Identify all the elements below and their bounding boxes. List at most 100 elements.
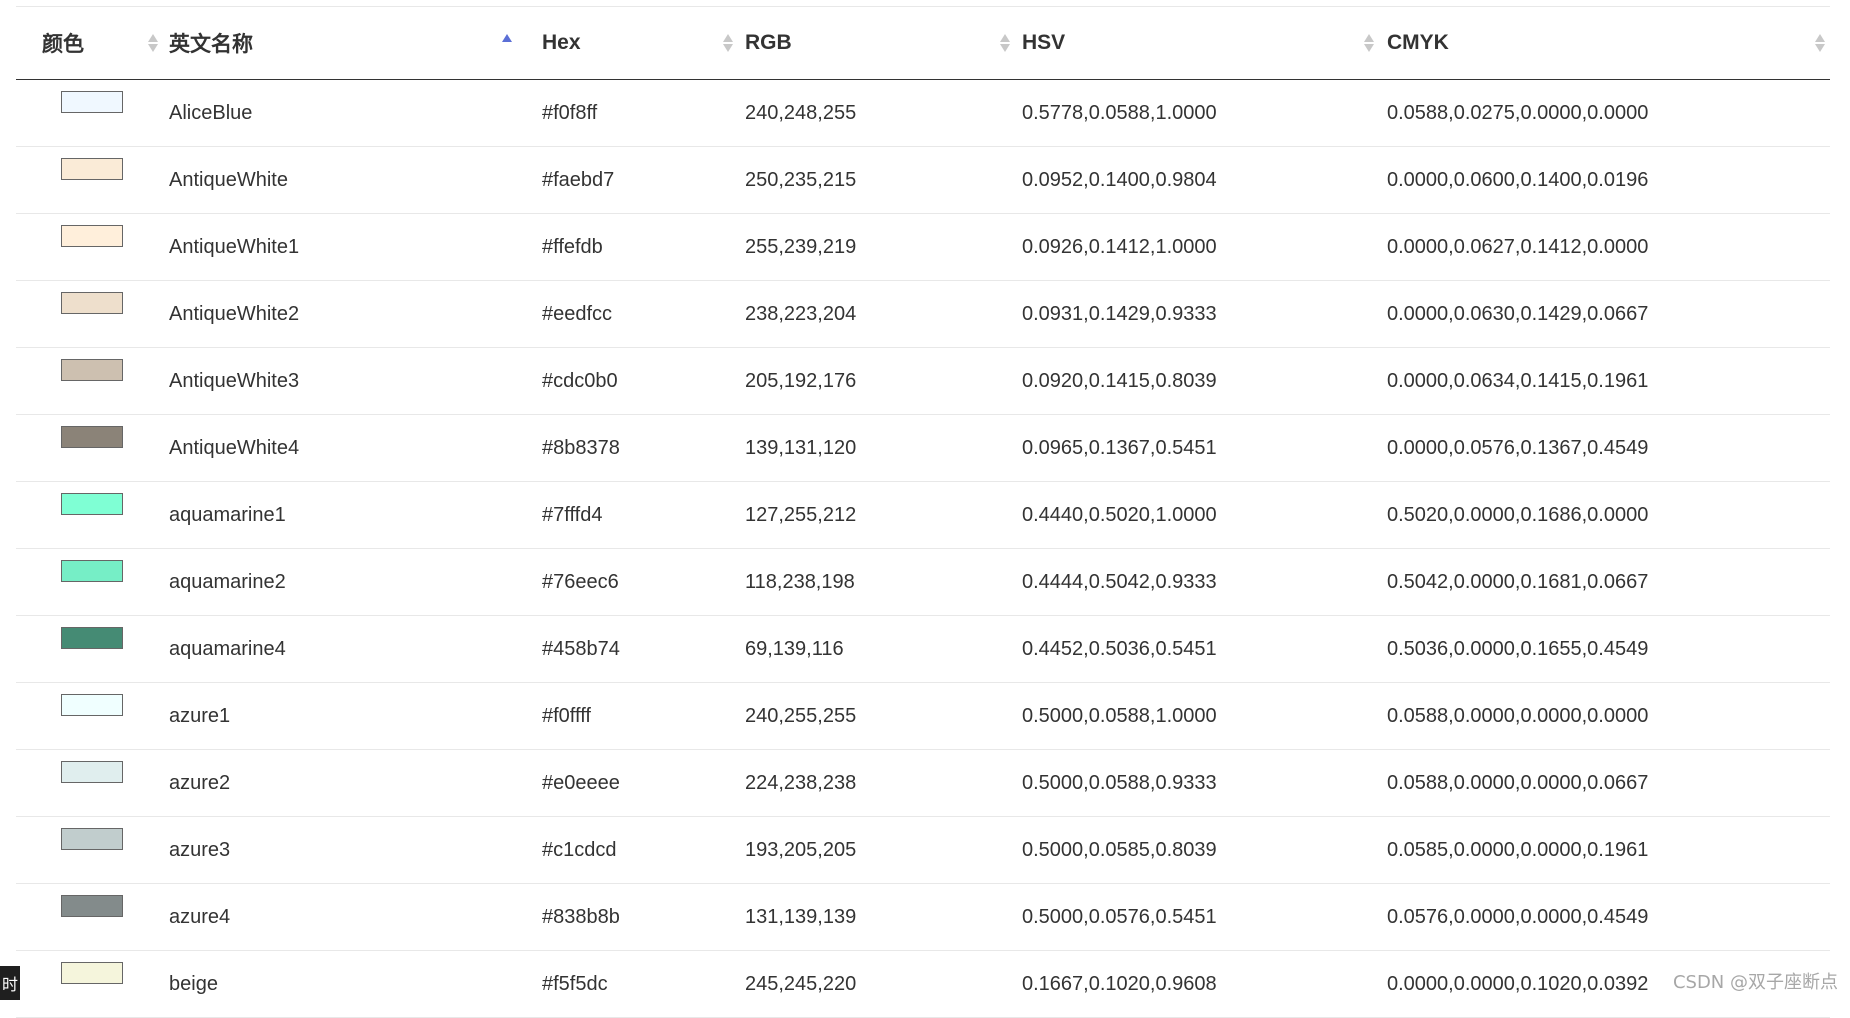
hsv-cell: 0.5778,0.0588,1.0000 (1022, 79, 1387, 147)
hsv-cell: 0.0926,0.1412,1.0000 (1022, 213, 1387, 281)
cmyk-cell: 0.0588,0.0275,0.0000,0.0000 (1387, 79, 1830, 147)
table-row[interactable]: azure1 #f0ffff 240,255,255 0.5000,0.0588,1.… (16, 682, 1830, 750)
rgb-cell: 240,248,255 (745, 79, 1022, 147)
sort-icon[interactable] (1000, 34, 1010, 52)
hex-cell: #eedfcc (523, 280, 745, 348)
rgb-cell-text: 245,245,220 (745, 972, 857, 995)
hex-cell-text: #c1cdcd (542, 838, 617, 861)
column-header-label: 颜色 (42, 33, 84, 56)
table-row[interactable]: AntiqueWhite3 #cdc0b0 205,192,176 0.0920,0.… (16, 347, 1830, 415)
hsv-cell-text: 0.0952,0.1400,0.9804 (1022, 168, 1217, 191)
column-header-color[interactable]: 颜色 (16, 7, 161, 80)
column-header-name[interactable]: 英文名称 (161, 7, 523, 80)
hex-cell: #f5f5dc (523, 950, 745, 1018)
color-name-cell: aquamarine1 (161, 481, 523, 549)
hex-cell-text: #ffefdb (542, 235, 603, 258)
sort-icon[interactable] (723, 34, 733, 52)
color-name-cell-text: aquamarine1 (169, 503, 286, 526)
cmyk-cell: 0.0588,0.0000,0.0000,0.0667 (1387, 749, 1830, 817)
table-body: AliceBlue #f0f8ff 240,248,255 0.5778,0.0588… (16, 79, 1830, 1018)
cmyk-cell: 0.0000,0.0600,0.1400,0.0196 (1387, 146, 1830, 214)
table-row[interactable]: beige #f5f5dc 245,245,220 0.1667,0.1020,0.9… (16, 950, 1830, 1018)
hex-cell-text: #f5f5dc (542, 972, 608, 995)
table-row[interactable]: AntiqueWhite4 #8b8378 139,131,120 0.0965,0.… (16, 414, 1830, 482)
color-cell (16, 414, 161, 482)
color-name-cell: AntiqueWhite2 (161, 280, 523, 348)
sort-icon[interactable] (148, 34, 158, 52)
watermark: CSDN @双子座断点 (1672, 972, 1838, 993)
cmyk-cell: 0.0588,0.0000,0.0000,0.0000 (1387, 682, 1830, 750)
column-header-label: HSV (1022, 31, 1066, 54)
cmyk-cell: 0.0000,0.0630,0.1429,0.0667 (1387, 280, 1830, 348)
sort-icon[interactable] (1815, 34, 1825, 52)
color-name-cell-text: azure1 (169, 704, 231, 727)
color-swatch (61, 225, 123, 247)
rgb-cell-text: 127,255,212 (745, 503, 857, 526)
hex-cell-text: #faebd7 (542, 168, 615, 191)
column-header-cmyk[interactable]: CMYK (1387, 7, 1830, 80)
color-name-cell-text: aquamarine2 (169, 570, 286, 593)
table-row[interactable]: aquamarine2 #76eec6 118,238,198 0.4444,0.50… (16, 548, 1830, 616)
column-header-label: RGB (745, 31, 792, 54)
color-swatch (61, 560, 123, 582)
rgb-cell-text: 240,248,255 (745, 101, 857, 124)
table-row[interactable]: aquamarine4 #458b74 69,139,116 0.4452,0.503… (16, 615, 1830, 683)
table-row[interactable]: azure2 #e0eeee 224,238,238 0.5000,0.0588,0.… (16, 749, 1830, 817)
color-cell (16, 883, 161, 951)
hex-cell: #faebd7 (523, 146, 745, 214)
table-row[interactable]: azure3 #c1cdcd 193,205,205 0.5000,0.0585,0.… (16, 816, 1830, 884)
table-header: 颜色 英文名称 Hex RGB HSV CMYK (16, 7, 1830, 80)
color-name-cell-text: AntiqueWhite3 (169, 369, 300, 392)
table-row[interactable]: azure4 #838b8b 131,139,139 0.5000,0.0576,0.… (16, 883, 1830, 951)
color-swatch (61, 359, 123, 381)
hsv-cell: 0.5000,0.0576,0.5451 (1022, 883, 1387, 951)
color-swatch (61, 627, 123, 649)
column-header-rgb[interactable]: RGB (745, 7, 1022, 80)
rgb-cell-text: 240,255,255 (745, 704, 857, 727)
color-cell (16, 481, 161, 549)
color-cell (16, 280, 161, 348)
hsv-cell-text: 0.5000,0.0585,0.8039 (1022, 838, 1217, 861)
hex-cell-text: #76eec6 (542, 570, 619, 593)
column-header-hex[interactable]: Hex (523, 7, 745, 80)
rgb-cell-text: 193,205,205 (745, 838, 857, 861)
hsv-cell-text: 0.0926,0.1412,1.0000 (1022, 235, 1217, 258)
hsv-cell-text: 0.4452,0.5036,0.5451 (1022, 637, 1217, 660)
hsv-cell-text: 0.4440,0.5020,1.0000 (1022, 503, 1217, 526)
color-swatch (61, 761, 123, 783)
cmyk-cell-text: 0.0588,0.0000,0.0000,0.0667 (1387, 771, 1649, 794)
table-row[interactable]: AntiqueWhite1 #ffefdb 255,239,219 0.0926,0.… (16, 213, 1830, 281)
hex-cell-text: #458b74 (542, 637, 620, 660)
column-header-hsv[interactable]: HSV (1022, 7, 1387, 80)
rgb-cell-text: 118,238,198 (745, 570, 855, 593)
color-name-cell-text: aquamarine4 (169, 637, 286, 660)
cmyk-cell-text: 0.0000,0.0576,0.1367,0.4549 (1387, 436, 1649, 459)
table-row[interactable]: AntiqueWhite #faebd7 250,235,215 0.0952,0.1… (16, 146, 1830, 214)
hsv-cell-text: 0.5000,0.0588,0.9333 (1022, 771, 1217, 794)
header-row: 颜色 英文名称 Hex RGB HSV CMYK (16, 7, 1830, 80)
color-name-cell: azure3 (161, 816, 523, 884)
rgb-cell-text: 139,131,120 (745, 436, 857, 459)
table-row[interactable]: AliceBlue #f0f8ff 240,248,255 0.5778,0.0588… (16, 79, 1830, 147)
corner-tag: 时 (0, 966, 20, 1000)
cmyk-cell-text: 0.5036,0.0000,0.1655,0.4549 (1387, 637, 1649, 660)
color-name-cell-text: AntiqueWhite2 (169, 302, 300, 325)
sort-ascending-icon[interactable] (502, 34, 512, 52)
color-name-cell: aquamarine4 (161, 615, 523, 683)
color-name-cell-text: AntiqueWhite1 (169, 235, 300, 258)
sort-icon[interactable] (1364, 34, 1374, 52)
rgb-cell-text: 250,235,215 (745, 168, 857, 191)
color-swatch (61, 158, 123, 180)
hex-cell-text: #cdc0b0 (542, 369, 618, 392)
color-name-cell-text: azure2 (169, 771, 231, 794)
cmyk-cell-text: 0.5042,0.0000,0.1681,0.0667 (1387, 570, 1649, 593)
color-table: 颜色 英文名称 Hex RGB HSV CMYK AliceBlue #f0f8… (16, 7, 1830, 1018)
hsv-cell: 0.5000,0.0588,1.0000 (1022, 682, 1387, 750)
rgb-cell: 127,255,212 (745, 481, 1022, 549)
table-row[interactable]: AntiqueWhite2 #eedfcc 238,223,204 0.0931,0.… (16, 280, 1830, 348)
table-row[interactable]: aquamarine1 #7fffd4 127,255,212 0.4440,0.50… (16, 481, 1830, 549)
color-name-cell: AntiqueWhite3 (161, 347, 523, 415)
rgb-cell: 69,139,116 (745, 615, 1022, 683)
cmyk-cell: 0.0000,0.0576,0.1367,0.4549 (1387, 414, 1830, 482)
hex-cell: #838b8b (523, 883, 745, 951)
